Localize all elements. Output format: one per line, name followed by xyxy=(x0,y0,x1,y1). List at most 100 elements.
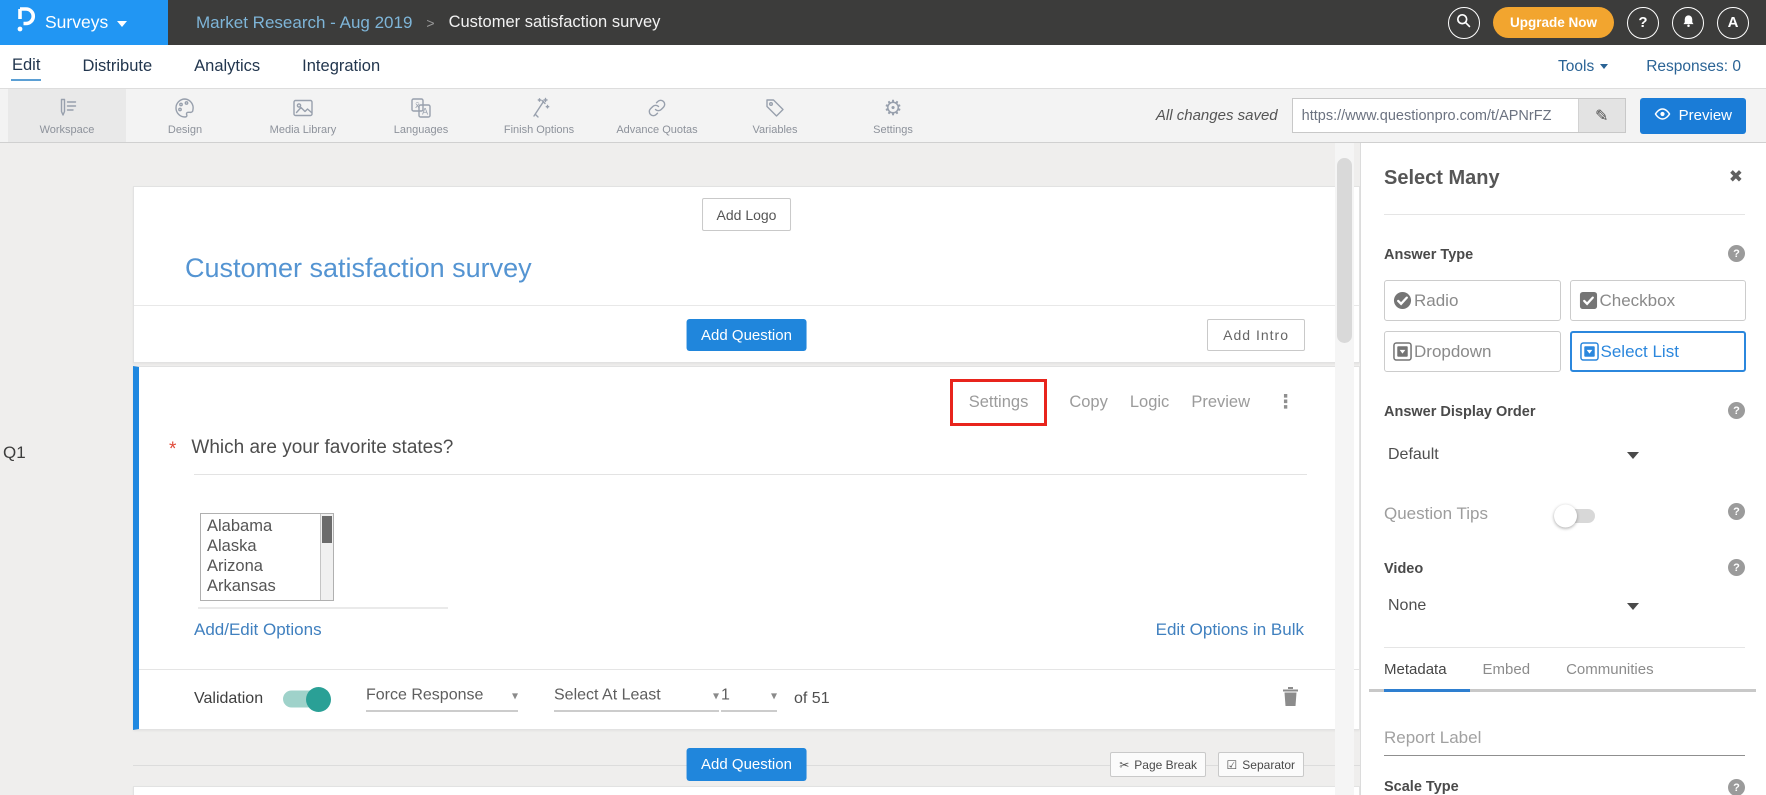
answer-listbox[interactable]: Alabama Alaska Arizona Arkansas xyxy=(200,513,334,601)
validation-count-dropdown[interactable]: 1 ▾ xyxy=(721,687,777,712)
question-tips-help-icon[interactable]: ? xyxy=(1728,503,1745,520)
required-marker: * xyxy=(169,439,176,461)
toolbar-label: Workspace xyxy=(40,124,95,136)
validation-row: Validation Force Response ▾ Select At Le… xyxy=(139,669,1359,729)
page-break-button[interactable]: ✂ Page Break xyxy=(1110,752,1206,777)
listbox-option[interactable]: Arkansas xyxy=(207,576,333,596)
answer-type-dropdown[interactable]: Dropdown xyxy=(1384,331,1561,372)
divider xyxy=(1384,647,1745,648)
edit-url-button[interactable]: ✎ xyxy=(1578,99,1625,132)
gear-icon: ⚙ xyxy=(881,96,906,121)
upgrade-button[interactable]: Upgrade Now xyxy=(1493,7,1614,38)
toolbar-item-variables[interactable]: Variables xyxy=(716,89,834,142)
question-tips-toggle[interactable] xyxy=(1557,509,1595,523)
question-mark-icon: ? xyxy=(1638,14,1647,31)
edit-options-in-bulk-link[interactable]: Edit Options in Bulk xyxy=(1156,620,1304,640)
toolbar-item-finish-options[interactable]: Finish Options xyxy=(480,89,598,142)
tools-menu[interactable]: Tools xyxy=(1558,58,1608,76)
search-button[interactable] xyxy=(1448,7,1480,39)
answer-display-order-select[interactable]: Default xyxy=(1384,446,1639,464)
listbox-option[interactable]: Alaska xyxy=(207,536,333,556)
answer-type-label-text: Select List xyxy=(1601,342,1679,362)
add-question-button-bottom[interactable]: Add Question xyxy=(686,748,807,781)
listbox-option[interactable]: Arizona xyxy=(207,556,333,576)
select-list-caret-icon xyxy=(1580,342,1599,361)
answer-type-checkbox[interactable]: Checkbox xyxy=(1570,280,1747,321)
help-button[interactable]: ? xyxy=(1627,7,1659,39)
scale-type-help-icon[interactable]: ? xyxy=(1728,779,1745,795)
question-logic-button[interactable]: Logic xyxy=(1130,393,1169,412)
canvas-scrollbar[interactable] xyxy=(1335,143,1354,795)
add-logo-button[interactable]: Add Logo xyxy=(702,198,792,231)
toolbar-label: Languages xyxy=(394,124,448,136)
question-text[interactable]: Which are your favorite states? xyxy=(191,437,453,459)
toolbar-item-media-library[interactable]: Media Library xyxy=(244,89,362,142)
survey-url-input[interactable] xyxy=(1293,99,1578,132)
toolbar-item-settings[interactable]: ⚙ Settings xyxy=(834,89,952,142)
tab-analytics[interactable]: Analytics xyxy=(193,53,261,80)
listbox-scrollbar-thumb[interactable] xyxy=(322,516,332,543)
checkbox-check-icon xyxy=(1579,291,1598,310)
report-label-input[interactable] xyxy=(1384,720,1745,756)
tab-metadata[interactable]: Metadata xyxy=(1384,661,1447,688)
validation-toggle[interactable] xyxy=(283,691,329,708)
tab-edit[interactable]: Edit xyxy=(11,52,41,81)
scale-type-label: Scale Type xyxy=(1384,779,1459,795)
avatar-initial: A xyxy=(1728,14,1739,31)
video-help-icon[interactable]: ? xyxy=(1728,559,1745,576)
add-question-button-top[interactable]: Add Question xyxy=(686,319,807,351)
answer-display-order-help-icon[interactable]: ? xyxy=(1728,402,1745,419)
question-text-row: * Which are your favorite states? xyxy=(169,437,453,461)
pencil-icon: ✎ xyxy=(1595,106,1608,126)
notifications-button[interactable] xyxy=(1672,7,1704,39)
video-select[interactable]: None xyxy=(1384,597,1639,615)
tab-distribute[interactable]: Distribute xyxy=(81,53,153,80)
editor-canvas: Q1 Add Logo Customer satisfaction survey… xyxy=(0,143,1766,795)
video-value: None xyxy=(1384,597,1426,615)
close-icon[interactable]: ✖ xyxy=(1729,167,1743,187)
add-intro-button[interactable]: Add Intro xyxy=(1207,319,1305,351)
svg-text:A: A xyxy=(422,108,429,118)
toolbar-item-workspace[interactable]: Workspace xyxy=(8,89,126,142)
eye-icon xyxy=(1654,107,1671,124)
settings-highlight-box: Settings xyxy=(950,379,1048,426)
delete-question-button[interactable] xyxy=(1282,687,1299,712)
tab-embed[interactable]: Embed xyxy=(1483,661,1531,688)
product-switcher[interactable]: Surveys xyxy=(0,0,168,45)
listbox-scrollbar[interactable] xyxy=(320,514,333,600)
answer-type-select-list[interactable]: Select List xyxy=(1570,331,1747,372)
tab-integration[interactable]: Integration xyxy=(301,53,381,80)
separator-label: Separator xyxy=(1242,758,1295,772)
separator-button[interactable]: ☑ Separator xyxy=(1218,752,1304,777)
toolbar-item-design[interactable]: Design xyxy=(126,89,244,142)
divider xyxy=(134,305,1359,306)
chevron-down-icon: ▾ xyxy=(713,689,719,703)
kebab-menu-icon[interactable]: ⋮ xyxy=(1276,393,1295,412)
avatar[interactable]: A xyxy=(1717,7,1749,39)
answer-type-help-icon[interactable]: ? xyxy=(1728,245,1745,262)
question-preview-button[interactable]: Preview xyxy=(1191,393,1250,412)
question-copy-button[interactable]: Copy xyxy=(1069,393,1108,412)
validation-count-value: 1 xyxy=(721,687,730,705)
toolbar-right: All changes saved ✎ Preview xyxy=(1156,89,1766,142)
toolbar-item-languages[interactable]: x̄ A Languages xyxy=(362,89,480,142)
breadcrumb-folder[interactable]: Market Research - Aug 2019 xyxy=(196,13,412,33)
answer-display-order-label: Answer Display Order xyxy=(1384,404,1536,420)
question-settings-button[interactable]: Settings xyxy=(969,393,1029,411)
tab-communities[interactable]: Communities xyxy=(1566,661,1654,688)
answer-type-radio[interactable]: Radio xyxy=(1384,280,1561,321)
listbox-option[interactable]: Alabama xyxy=(207,516,333,536)
survey-title[interactable]: Customer satisfaction survey xyxy=(185,253,532,284)
preview-label: Preview xyxy=(1679,107,1732,124)
survey-header-card: Add Logo Customer satisfaction survey Ad… xyxy=(133,186,1360,363)
add-edit-options-link[interactable]: Add/Edit Options xyxy=(194,620,322,640)
bell-icon xyxy=(1681,13,1696,33)
canvas-scrollbar-thumb[interactable] xyxy=(1337,158,1352,343)
validation-condition-dropdown[interactable]: Select At Least ▾ xyxy=(554,687,719,712)
answer-display-order-value: Default xyxy=(1384,446,1439,464)
toolbar-item-advance-quotas[interactable]: Advance Quotas xyxy=(598,89,716,142)
metadata-tabs: Metadata Embed Communities xyxy=(1384,661,1745,688)
validation-rule-dropdown[interactable]: Force Response ▾ xyxy=(366,687,518,712)
preview-button[interactable]: Preview xyxy=(1640,98,1746,134)
svg-text:x̄: x̄ xyxy=(415,101,420,110)
